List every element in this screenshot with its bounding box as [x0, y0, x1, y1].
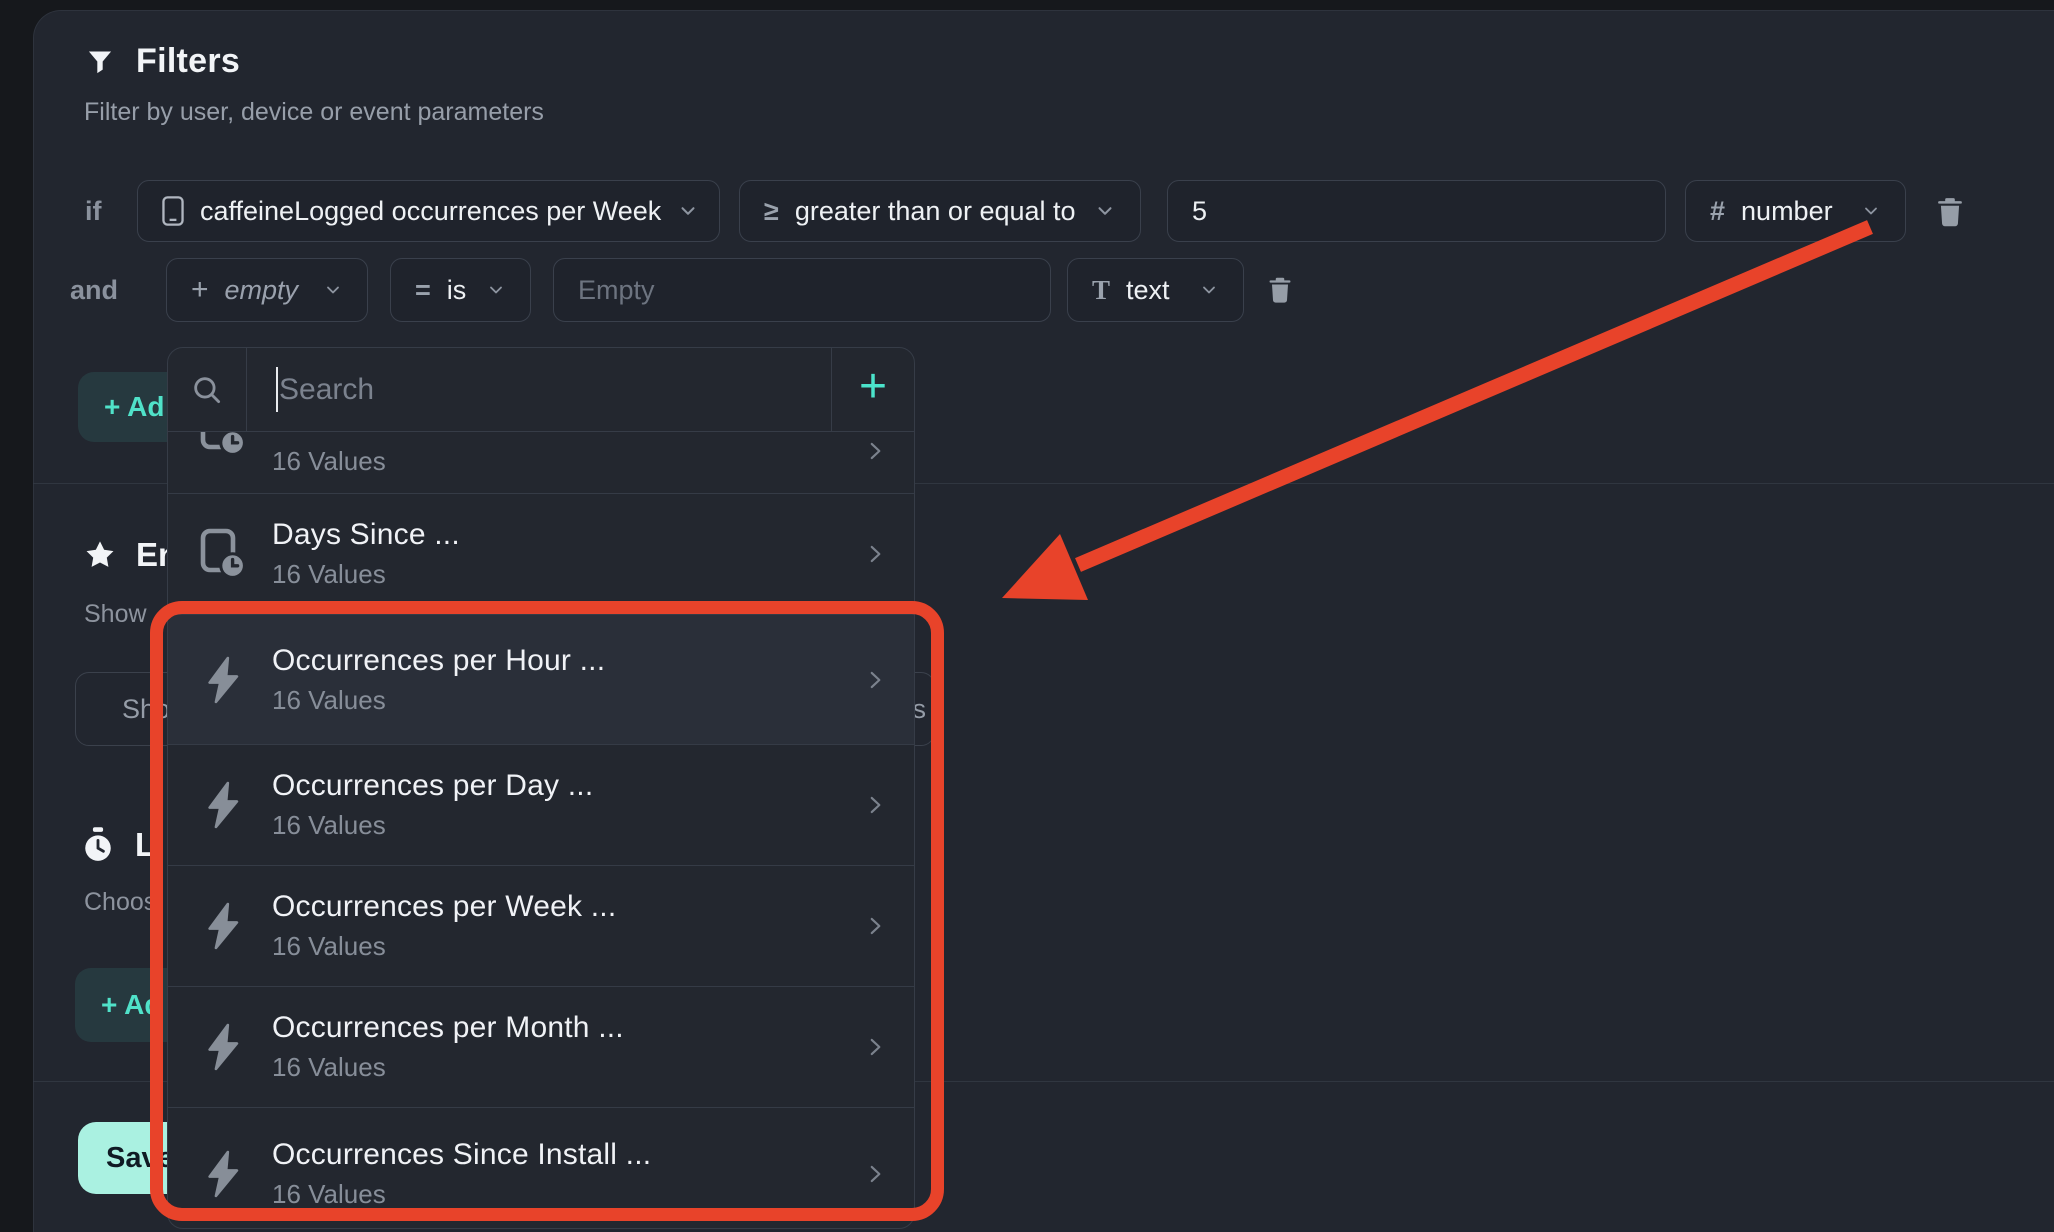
item-subtitle: 16 Values — [272, 931, 616, 962]
dropdown-item-occurrences-since-install[interactable]: Occurrences Since Install ... 16 Values — [168, 1108, 914, 1229]
filters-subtitle: Filter by user, device or event paramete… — [84, 98, 544, 127]
add-property-button[interactable]: + — [831, 348, 914, 431]
chevron-down-icon — [323, 280, 343, 300]
device-clock-icon — [198, 432, 248, 458]
bolt-icon — [198, 779, 248, 831]
operator-select-is[interactable]: = is — [390, 258, 531, 322]
item-subtitle: 16 Values — [272, 810, 593, 841]
item-subtitle: 16 Values — [272, 685, 605, 716]
field-select[interactable]: caffeineLogged occurrences per Week — [137, 180, 720, 242]
chevron-right-icon — [862, 541, 888, 567]
mobile-device-icon — [162, 196, 184, 226]
chevron-right-icon — [862, 667, 888, 693]
field-select-empty-value: empty — [225, 275, 299, 306]
operator-select[interactable]: ≥ greater than or equal to — [739, 180, 1141, 242]
item-title: Occurrences per Month ... — [272, 1011, 624, 1045]
field-select-value: caffeineLogged occurrences per Week — [200, 196, 661, 227]
dropdown-item-days-since[interactable]: Days Since ... 16 Values — [168, 494, 914, 615]
filter-value-input[interactable] — [1167, 180, 1666, 242]
delete-filter-button[interactable] — [1265, 274, 1295, 306]
dropdown-item-partial[interactable]: 16 Values — [168, 432, 914, 494]
limit-section-title: L — [135, 826, 155, 864]
item-title: Days Since ... — [272, 518, 460, 552]
value-type-select-text[interactable]: T text — [1067, 258, 1244, 322]
filter-value-input-empty[interactable] — [553, 258, 1051, 322]
item-title: Occurrences per Day ... — [272, 769, 593, 803]
item-title: Occurrences per Week ... — [272, 890, 616, 924]
events-section-subtitle: Show — [84, 600, 147, 629]
condition-prefix-and: and — [70, 258, 118, 322]
value-type-value: number — [1741, 196, 1833, 227]
bolt-icon — [198, 1148, 248, 1200]
text-type-icon: T — [1092, 275, 1110, 306]
chevron-right-icon — [862, 792, 888, 818]
operator-select-value: greater than or equal to — [795, 196, 1076, 227]
chevron-down-icon — [1861, 201, 1881, 221]
operator-is-value: is — [447, 275, 467, 306]
equals-icon: = — [415, 275, 431, 306]
search-input[interactable] — [247, 348, 831, 431]
page-title: Filters — [136, 42, 240, 81]
greater-equal-icon: ≥ — [764, 196, 779, 227]
field-select-empty[interactable]: + empty — [166, 258, 368, 322]
device-clock-icon — [198, 527, 248, 581]
chevron-down-icon — [486, 280, 506, 300]
number-hash-icon: # — [1710, 196, 1725, 227]
filter-funnel-icon — [86, 48, 114, 76]
dropdown-item-occurrences-per-month[interactable]: Occurrences per Month ... 16 Values — [168, 987, 914, 1108]
trash-icon — [1933, 194, 1967, 230]
property-picker-dropdown: + 16 Values Days Since ... 16 Values Occ… — [167, 347, 915, 1229]
limit-section-subtitle: Choos — [84, 888, 156, 917]
dropdown-search-row: + — [168, 348, 914, 432]
bolt-icon — [198, 654, 248, 706]
chevron-right-icon — [862, 1034, 888, 1060]
dropdown-item-occurrences-per-week[interactable]: Occurrences per Week ... 16 Values — [168, 866, 914, 987]
bolt-icon — [198, 900, 248, 952]
dropdown-item-occurrences-per-day[interactable]: Occurrences per Day ... 16 Values — [168, 745, 914, 866]
chevron-right-icon — [862, 1161, 888, 1187]
filters-header: Filters — [86, 42, 240, 81]
dropdown-item-occurrences-per-hour[interactable]: Occurrences per Hour ... 16 Values — [168, 615, 914, 745]
item-subtitle: 16 Values — [272, 559, 460, 590]
limit-section-header: L — [81, 826, 155, 864]
search-icon — [190, 373, 224, 407]
item-title: Occurrences Since Install ... — [272, 1138, 651, 1172]
delete-filter-button[interactable] — [1933, 194, 1967, 230]
bolt-icon — [198, 1021, 248, 1073]
chevron-right-icon — [862, 913, 888, 939]
chevron-down-icon — [1094, 200, 1116, 222]
stopwatch-icon — [81, 826, 115, 864]
text-caret — [276, 367, 278, 412]
search-icon-cell — [168, 348, 247, 431]
chevron-right-icon — [862, 438, 888, 464]
star-icon — [84, 539, 116, 571]
condition-prefix-if: if — [85, 180, 102, 242]
item-subtitle: 16 Values — [272, 446, 386, 477]
item-subtitle: 16 Values — [272, 1179, 651, 1210]
trash-icon — [1265, 274, 1295, 306]
plus-icon: + — [191, 273, 209, 307]
value-type-select[interactable]: # number — [1685, 180, 1906, 242]
item-subtitle: 16 Values — [272, 1052, 624, 1083]
chevron-down-icon — [1199, 280, 1219, 300]
chevron-down-icon — [677, 200, 699, 222]
value-type-text-value: text — [1126, 275, 1170, 306]
item-title: Occurrences per Hour ... — [272, 644, 605, 678]
events-section-header: En — [84, 536, 178, 574]
